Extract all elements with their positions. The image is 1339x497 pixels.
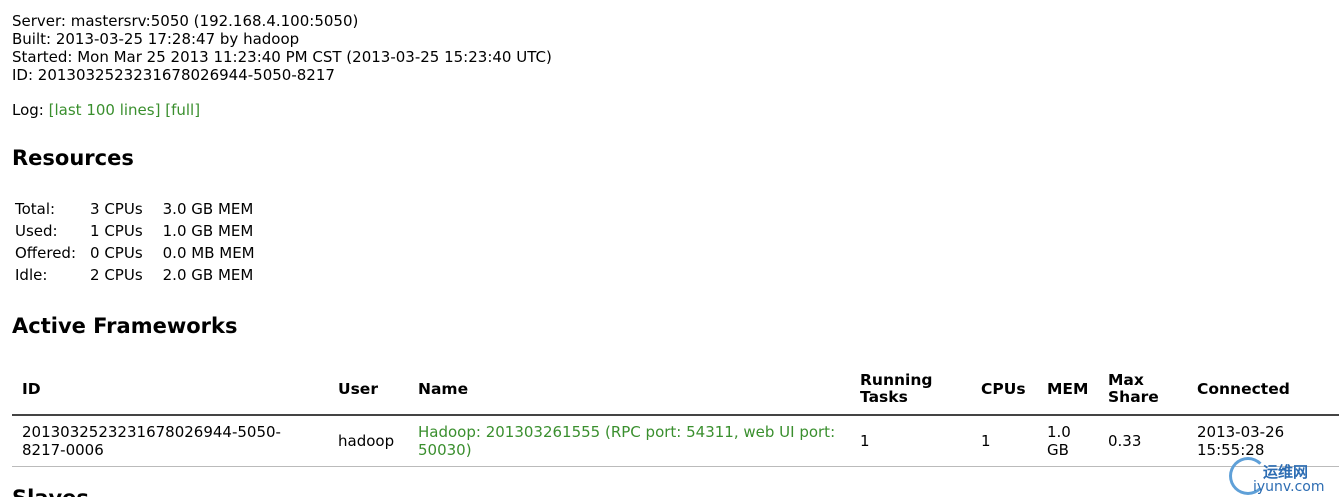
server-info: Server: mastersrv:5050 (192.168.4.100:50… (12, 12, 552, 84)
resource-mem: 2.0 GB MEM (162, 266, 254, 284)
log-full-link[interactable]: [full] (165, 101, 200, 119)
log-label: Log: (12, 101, 44, 119)
slaves-heading: Slaves (12, 486, 89, 497)
active-frameworks-heading: Active Frameworks (12, 314, 238, 338)
log-last-100-link[interactable]: [last 100 lines] (49, 101, 161, 119)
resource-cpus: 0 CPUs (90, 244, 143, 262)
column-header-running-tasks[interactable]: Running Tasks (850, 364, 971, 416)
column-header-mem[interactable]: MEM (1037, 364, 1098, 416)
column-header-id[interactable]: ID (12, 364, 328, 416)
framework-cpus-cell: 1 (971, 415, 1037, 467)
resources-heading: Resources (12, 146, 134, 170)
resource-label: Total: (15, 200, 56, 218)
framework-max-share-cell: 0.33 (1098, 415, 1187, 467)
watermark-text-bottom: iyunv.com (1253, 479, 1325, 495)
started-line: Started: Mon Mar 25 2013 11:23:40 PM CST… (12, 48, 552, 66)
column-header-user[interactable]: User (328, 364, 408, 416)
framework-mem-cell: 1.0 GB (1037, 415, 1098, 467)
resource-mem: 1.0 GB MEM (162, 222, 254, 240)
resources-row-idle: Idle: 2 CPUs 2.0 GB MEM (13, 264, 258, 286)
column-header-cpus[interactable]: CPUs (971, 364, 1037, 416)
framework-running-tasks-cell: 1 (850, 415, 971, 467)
frameworks-table: ID User Name Running Tasks CPUs MEM Max … (12, 364, 1339, 467)
frameworks-table-wrap: ID User Name Running Tasks CPUs MEM Max … (12, 364, 1339, 467)
column-header-name[interactable]: Name (408, 364, 850, 416)
frameworks-header-row: ID User Name Running Tasks CPUs MEM Max … (12, 364, 1339, 416)
table-row: 201303252323167802694​4-5050-8217-0006 h… (12, 415, 1339, 467)
framework-name-link[interactable]: Hadoop: 201303261555 (RPC port: 54311, w… (418, 423, 835, 459)
watermark-logo: 运维网 iyunv.com (1225, 451, 1335, 497)
resource-label: Used: (15, 222, 58, 240)
column-header-connected[interactable]: Connected (1187, 364, 1339, 416)
resource-mem: 0.0 MB MEM (162, 244, 255, 262)
framework-user-cell: hadoop (328, 415, 408, 467)
resource-mem: 3.0 GB MEM (162, 200, 254, 218)
framework-id-cell: 201303252323167802694​4-5050-8217-0006 (12, 415, 328, 467)
resources-row-total: Total: 3 CPUs 3.0 GB MEM (13, 198, 258, 220)
resources-row-offered: Offered: 0 CPUs 0.0 MB MEM (13, 242, 258, 264)
resource-label: Idle: (15, 266, 48, 284)
column-header-max-share[interactable]: Max Share (1098, 364, 1187, 416)
master-status-page: Server: mastersrv:5050 (192.168.4.100:50… (0, 0, 1339, 497)
server-line: Server: mastersrv:5050 (192.168.4.100:50… (12, 12, 359, 30)
built-line: Built: 2013-03-25 17:28:47 by hadoop (12, 30, 300, 48)
resource-cpus: 3 CPUs (90, 200, 143, 218)
resources-row-used: Used: 1 CPUs 1.0 GB MEM (13, 220, 258, 242)
id-line: ID: 201303252323167802694​4-5050-8217 (12, 66, 335, 84)
resource-cpus: 2 CPUs (90, 266, 143, 284)
framework-name-cell: Hadoop: 201303261555 (RPC port: 54311, w… (408, 415, 850, 467)
resource-cpus: 1 CPUs (90, 222, 143, 240)
resource-label: Offered: (15, 244, 77, 262)
log-links: Log: [last 100 lines] [full] (12, 100, 200, 120)
resources-table: Total: 3 CPUs 3.0 GB MEM Used: 1 CPUs 1.… (13, 198, 258, 286)
